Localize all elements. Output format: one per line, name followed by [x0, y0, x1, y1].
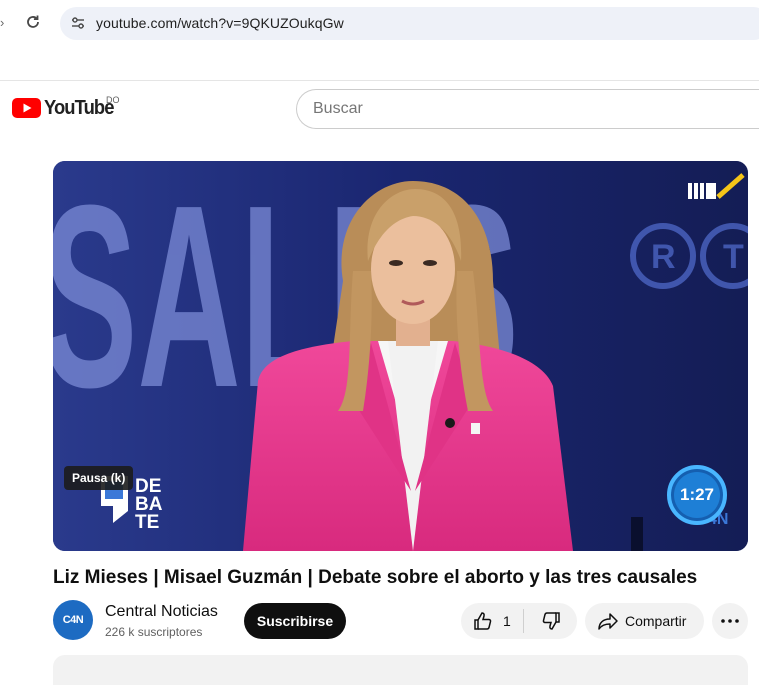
reload-icon[interactable] — [22, 11, 44, 33]
thumbs-down-icon — [542, 612, 560, 630]
country-code: DO — [106, 95, 120, 105]
share-label: Compartir — [625, 613, 687, 629]
like-dislike-group: 1 — [461, 603, 577, 639]
search-placeholder: Buscar — [313, 100, 363, 117]
url-text[interactable]: youtube.com/watch?v=9QKUZOukqGw — [96, 15, 344, 31]
more-actions-button[interactable] — [712, 603, 748, 639]
video-title: Liz Mieses | Misael Guzmán | Debate sobr… — [53, 567, 698, 588]
pause-tooltip: Pausa (k) — [64, 466, 134, 490]
like-button[interactable]: 1 — [461, 603, 523, 639]
channel-avatar[interactable]: C4N — [53, 600, 93, 640]
svg-text:R: R — [651, 238, 676, 276]
subscriber-count: 226 k suscriptores — [105, 625, 203, 639]
thumbs-up-icon — [474, 612, 492, 630]
video-player[interactable]: SALES R T DE BA TE 4N — [53, 161, 748, 551]
share-button[interactable]: Compartir — [585, 603, 704, 639]
site-settings-icon[interactable] — [68, 13, 88, 33]
youtube-logo[interactable]: YouTube — [12, 96, 120, 120]
more-dots-icon — [721, 619, 739, 623]
youtube-header: YouTube DO Buscar — [0, 81, 759, 137]
forward-arrow-icon[interactable]: › — [0, 14, 10, 32]
like-count: 1 — [503, 613, 511, 629]
share-arrow-icon — [598, 613, 618, 630]
browser-toolbar: › youtube.com/watch?v=9QKUZOukqGw — [0, 0, 759, 48]
youtube-wordmark: YouTube — [44, 96, 114, 119]
youtube-play-icon — [12, 98, 41, 118]
description-box[interactable] — [53, 655, 748, 685]
video-frame: SALES R T DE BA TE 4N — [53, 161, 748, 551]
address-bar[interactable]: youtube.com/watch?v=9QKUZOukqGw — [60, 7, 759, 40]
svg-text:T: T — [723, 238, 744, 276]
search-input[interactable]: Buscar — [296, 89, 759, 129]
subscribe-button[interactable]: Suscribirse — [244, 603, 346, 639]
svg-text:TE: TE — [135, 512, 159, 533]
time-badge: 1:27 — [667, 465, 727, 525]
channel-name[interactable]: Central Noticias — [105, 603, 218, 621]
dislike-button[interactable] — [524, 603, 577, 639]
